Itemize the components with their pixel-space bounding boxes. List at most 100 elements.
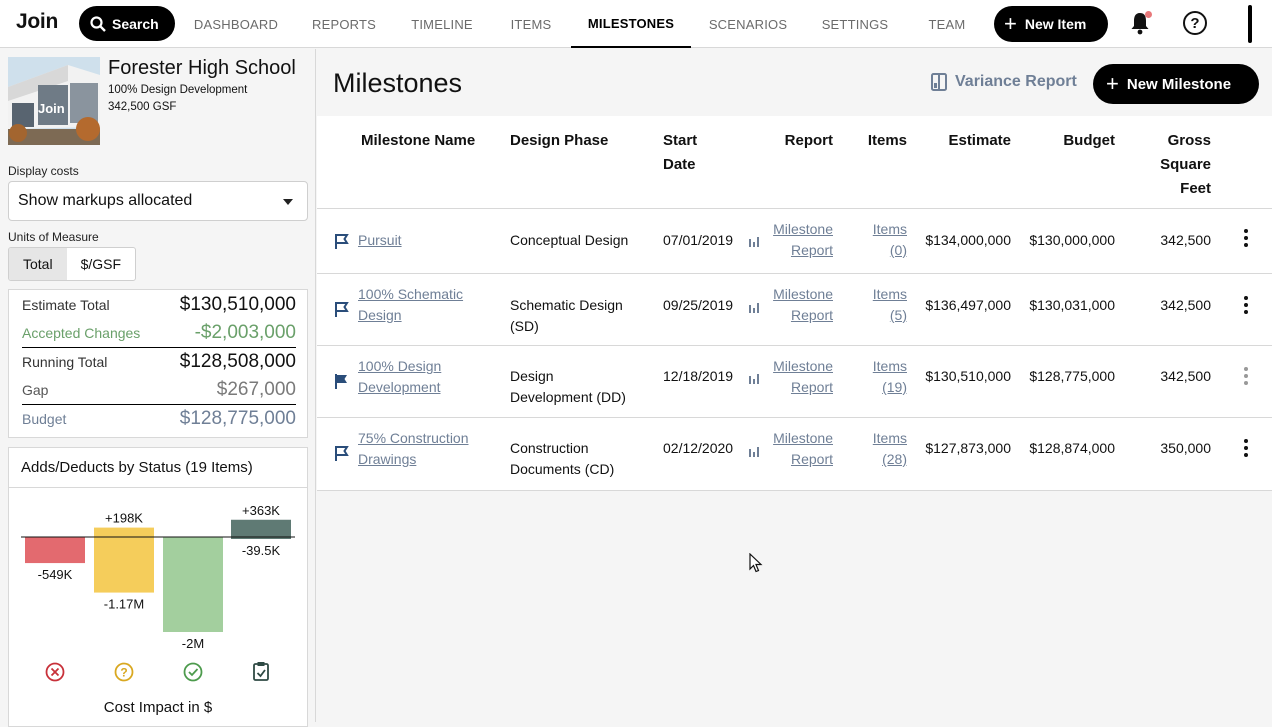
cost-value: -$2,003,000 xyxy=(194,322,296,343)
col-start-date[interactable]: Start Date xyxy=(663,129,697,177)
link-line: (0) xyxy=(889,242,907,258)
tab-team[interactable]: TEAM xyxy=(914,0,980,48)
tab-settings[interactable]: SETTINGS xyxy=(812,0,898,48)
items-link[interactable]: Items (0) xyxy=(857,219,907,261)
milestone-report-link[interactable]: Milestone Report xyxy=(767,356,833,398)
link-line: 75% Construction xyxy=(358,430,469,446)
bar-label: -1.17M xyxy=(104,597,144,612)
status-bar-chart: -549K -1.17M +198K? -2M -39.5K +363K xyxy=(21,503,295,682)
link-line: 100% Schematic xyxy=(358,286,464,302)
items-link[interactable]: Items (19) xyxy=(857,356,907,398)
flag-filled-icon[interactable] xyxy=(333,372,351,390)
link-line: Report xyxy=(790,379,833,395)
row-menu-icon[interactable] xyxy=(1243,229,1249,247)
search-label: Search xyxy=(112,15,159,32)
link-line: Milestone xyxy=(773,286,833,302)
phase-line: Schematic Design xyxy=(510,297,623,313)
col-start-line: Date xyxy=(663,156,696,173)
link-line: Design xyxy=(358,307,402,323)
design-phase: Design Development (DD) xyxy=(510,366,626,408)
main-content: Milestones Variance Report + New Milesto… xyxy=(317,49,1272,722)
budget-value: $128,874,000 xyxy=(1029,440,1115,456)
check-circle-icon xyxy=(183,662,203,682)
flag-outline-icon[interactable] xyxy=(333,232,351,250)
bar-label: -2M xyxy=(182,636,204,651)
cost-value: $128,508,000 xyxy=(179,350,296,372)
milestone-report-link[interactable]: Milestone Report xyxy=(767,219,833,261)
join-logo[interactable]: Join xyxy=(16,10,58,34)
user-menu[interactable] xyxy=(1248,5,1252,43)
row-menu-icon[interactable] xyxy=(1243,296,1249,314)
start-date: 12/18/2019 xyxy=(663,368,734,384)
table-row[interactable]: 100% Design Development Design Development… xyxy=(317,346,1272,418)
col-design-phase[interactable]: Design Phase xyxy=(510,129,608,153)
table-row[interactable]: 75% Construction Drawings Construction Doc… xyxy=(317,418,1272,490)
link-line: Report xyxy=(790,242,833,258)
link-line: Items xyxy=(872,286,907,302)
status-chart-title: Adds/Deducts by Status (19 Items) xyxy=(9,448,307,488)
units-gsf-option[interactable]: $/GSF xyxy=(67,248,135,280)
milestone-report-link[interactable]: Milestone Report xyxy=(767,428,833,470)
cost-label: Accepted Changes xyxy=(22,325,141,341)
link-line: 100% Design xyxy=(358,358,442,374)
display-costs-label: Display costs xyxy=(8,164,79,178)
col-milestone-name[interactable]: Milestone Name xyxy=(361,129,475,153)
new-item-button[interactable]: + New Item xyxy=(994,6,1108,42)
cost-row-estimate: Estimate Total $130,510,000 xyxy=(22,291,296,319)
col-items[interactable]: Items xyxy=(852,129,907,153)
table-row[interactable]: 100% Schematic Design Schematic Design (SD… xyxy=(317,274,1272,346)
notifications-bell-icon[interactable] xyxy=(1128,10,1152,36)
display-costs-select[interactable]: Show markups allocated xyxy=(8,181,308,221)
link-line: (28) xyxy=(882,451,907,467)
col-report[interactable]: Report xyxy=(772,129,833,153)
bar-chart-icon xyxy=(749,374,759,384)
tab-scenarios[interactable]: SCENARIOS xyxy=(700,0,796,48)
cost-summary: Estimate Total $130,510,000 Accepted Cha… xyxy=(8,289,308,438)
tab-dashboard[interactable]: DASHBOARD xyxy=(184,0,288,48)
start-date: 09/25/2019 xyxy=(663,297,734,313)
table-header: Milestone Name Design Phase Start Date R… xyxy=(317,116,1272,209)
milestone-name-link[interactable]: 100% Schematic Design xyxy=(358,284,463,326)
check-mark xyxy=(188,668,199,677)
milestone-report-link[interactable]: Milestone Report xyxy=(767,284,833,326)
items-link[interactable]: Items (5) xyxy=(857,284,907,326)
col-budget[interactable]: Budget xyxy=(1037,129,1115,153)
budget-value: $130,031,000 xyxy=(1029,297,1115,313)
milestone-name-link[interactable]: Pursuit xyxy=(358,232,402,248)
thumb-watermark: Join xyxy=(38,101,65,116)
bar-rejected-deducts xyxy=(25,537,85,564)
row-menu-icon[interactable] xyxy=(1243,439,1249,457)
units-total-option[interactable]: Total xyxy=(9,248,67,280)
items-link[interactable]: Items (28) xyxy=(857,428,907,470)
help-icon[interactable]: ? xyxy=(1183,11,1207,35)
milestone-name-link[interactable]: 100% Design Development xyxy=(358,356,441,398)
tab-items[interactable]: ITEMS xyxy=(498,0,564,48)
link-line: Items xyxy=(872,430,907,446)
bar-chart-icon xyxy=(749,303,759,313)
flag-outline-icon[interactable] xyxy=(333,300,351,318)
tab-timeline[interactable]: TIMELINE xyxy=(400,0,484,48)
flag-outline-icon[interactable] xyxy=(333,444,351,462)
link-line: (19) xyxy=(882,379,907,395)
tab-milestones[interactable]: MILESTONES xyxy=(571,0,691,48)
cost-value: $267,000 xyxy=(216,379,296,400)
question-mark: ? xyxy=(120,666,127,680)
bar-label: +363K xyxy=(242,503,280,518)
search-button[interactable]: Search xyxy=(79,6,175,41)
col-estimate[interactable]: Estimate xyxy=(927,129,1011,153)
milestone-name-link[interactable]: 75% Construction Drawings xyxy=(358,428,469,470)
page-title: Milestones xyxy=(333,68,463,98)
phase-line: Design xyxy=(510,368,554,384)
project-name: Forester High School xyxy=(108,57,296,79)
col-gsf-line: Gross xyxy=(1167,132,1211,149)
new-milestone-button[interactable]: + New Milestone xyxy=(1093,64,1259,104)
chevron-down-icon xyxy=(283,199,293,205)
units-toggle: Total $/GSF xyxy=(8,247,137,281)
status-chart-card: Adds/Deducts by Status (19 Items) -549K -… xyxy=(8,447,308,727)
link-line: Report xyxy=(790,451,833,467)
col-gsf[interactable]: Gross Square Feet xyxy=(1147,129,1211,201)
row-menu-icon[interactable] xyxy=(1243,367,1249,385)
tab-reports[interactable]: REPORTS xyxy=(300,0,388,48)
variance-report-link[interactable]: Variance Report xyxy=(931,73,1077,91)
table-row[interactable]: Pursuit Conceptual Design 07/01/2019 Mil… xyxy=(317,209,1272,274)
